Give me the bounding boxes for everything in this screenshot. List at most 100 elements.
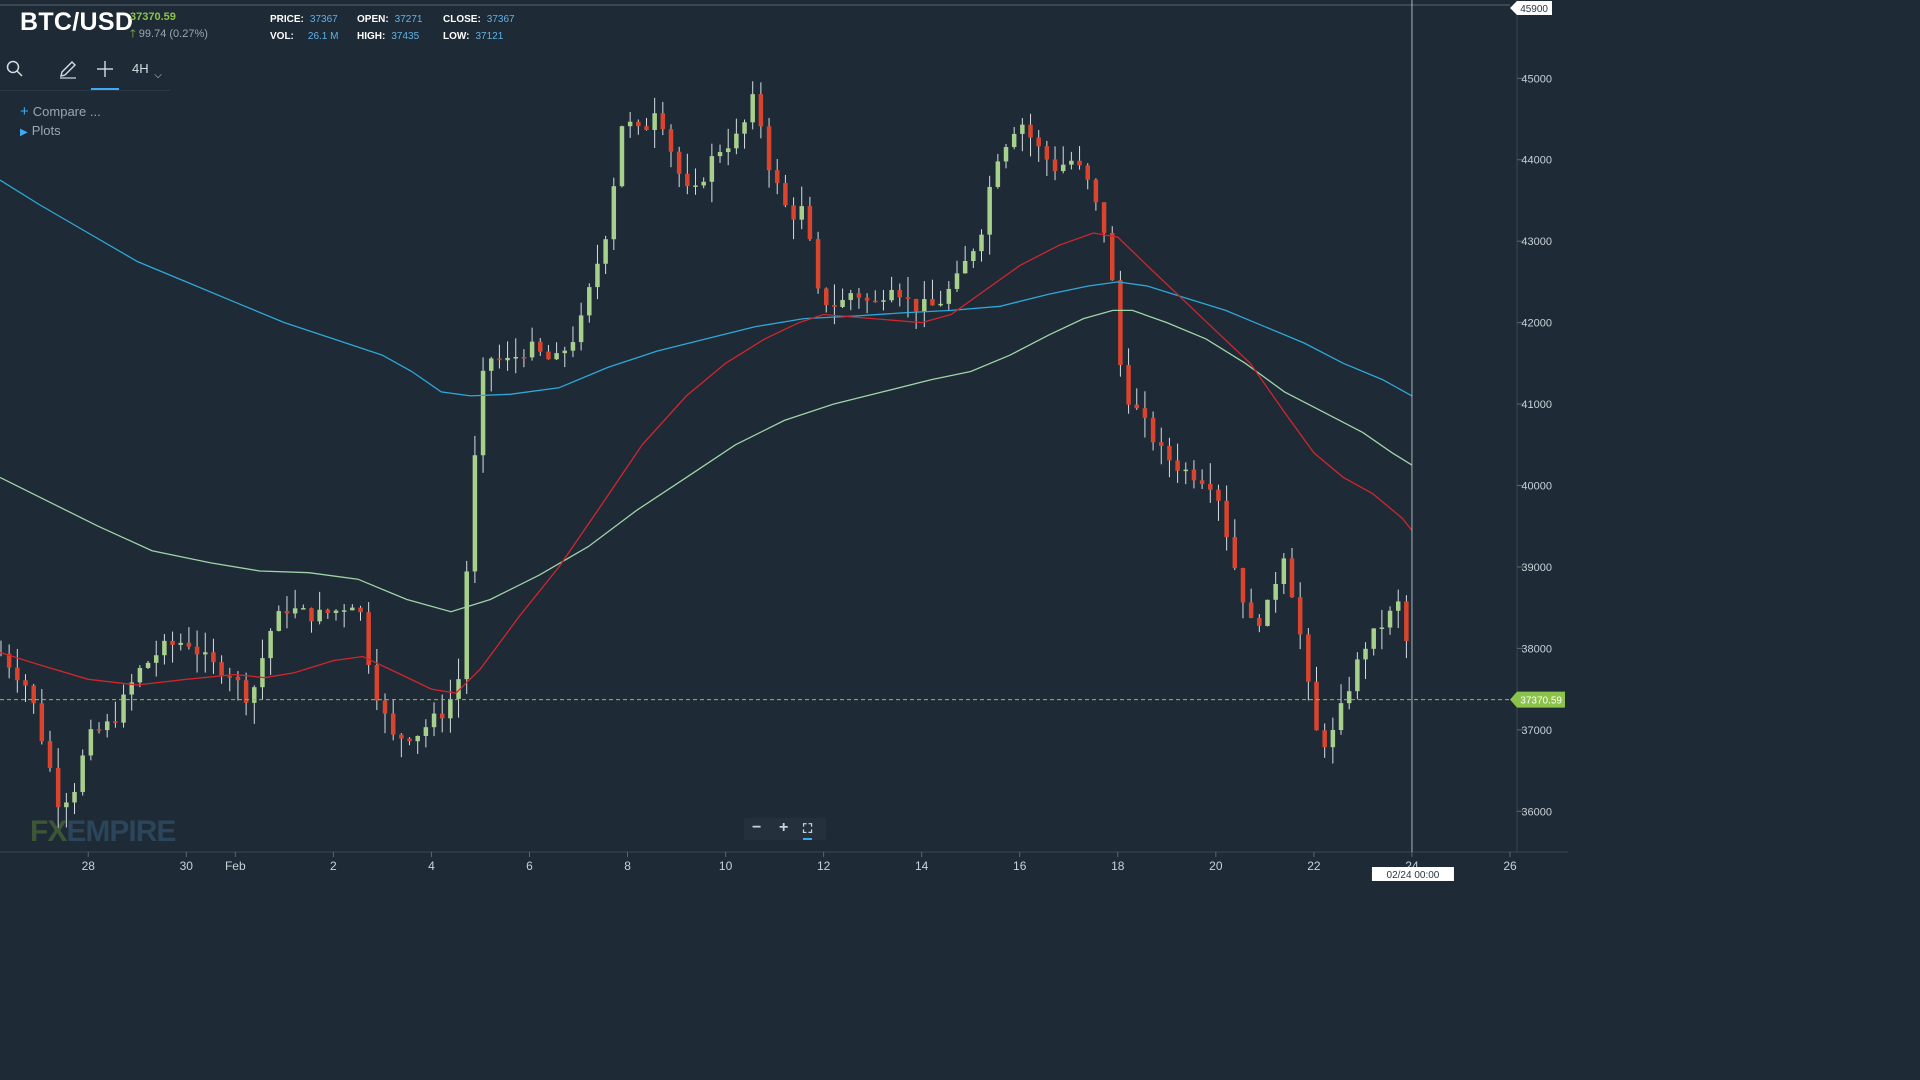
candle-up bbox=[595, 263, 600, 288]
candle-up bbox=[1379, 627, 1385, 629]
candle-down bbox=[913, 298, 919, 312]
candle-up bbox=[1069, 160, 1074, 165]
close-label: CLOSE: bbox=[443, 14, 481, 25]
candle-up bbox=[464, 571, 469, 680]
candle-down bbox=[366, 612, 371, 665]
compare-link[interactable]: + Compare ... bbox=[20, 103, 101, 120]
price-chart[interactable]: 36000 37000 38000 39000 40000 41000 42000 43000… bbox=[0, 0, 1568, 882]
plots-label: Plots bbox=[31, 123, 61, 138]
vol-label: VOL: bbox=[270, 31, 294, 42]
candle-down bbox=[1142, 408, 1148, 418]
high-label: HIGH: bbox=[357, 31, 386, 42]
candle-up bbox=[448, 698, 453, 719]
price-label: PRICE: bbox=[270, 14, 304, 25]
low-label: LOW: bbox=[443, 31, 470, 42]
ohlc-close: CLOSE: 37367 bbox=[443, 14, 515, 25]
candle-down bbox=[873, 300, 878, 303]
vol-value: 26.1 M bbox=[307, 31, 339, 42]
price-value: 37367 bbox=[309, 14, 338, 25]
candle-down bbox=[284, 611, 290, 614]
moving-average-blue bbox=[0, 179, 1413, 397]
x-tick-label: 2 bbox=[330, 859, 337, 873]
candle-up bbox=[1060, 164, 1066, 172]
candle-down bbox=[832, 305, 837, 307]
pencil-icon[interactable] bbox=[58, 59, 78, 79]
candle-up bbox=[137, 667, 143, 683]
candle-up bbox=[848, 293, 854, 300]
candle-up bbox=[938, 303, 943, 306]
candle-up bbox=[1281, 558, 1287, 584]
candle-down bbox=[186, 642, 192, 647]
candle-down bbox=[1028, 124, 1033, 138]
candle-up bbox=[121, 694, 126, 723]
candle-down bbox=[538, 341, 543, 352]
candle-up bbox=[153, 655, 159, 663]
candle-up bbox=[627, 121, 633, 127]
candle-up bbox=[701, 181, 706, 186]
interval-label: 4H bbox=[132, 61, 149, 76]
candle-down bbox=[1322, 730, 1327, 748]
candle-down bbox=[774, 170, 780, 184]
candle-up bbox=[962, 260, 968, 274]
zoom-out-button[interactable]: − bbox=[752, 819, 761, 837]
candle-down bbox=[15, 667, 20, 681]
candle-down bbox=[325, 609, 331, 613]
chevron-down-icon: ⌵ bbox=[154, 70, 162, 81]
candle-down bbox=[636, 121, 641, 127]
candle-down bbox=[1257, 618, 1262, 626]
candle-down bbox=[1093, 179, 1099, 203]
candle-up bbox=[1395, 601, 1401, 611]
candle-up bbox=[104, 721, 110, 731]
candle-up bbox=[350, 607, 355, 611]
candle-up bbox=[1371, 628, 1376, 649]
candle-down bbox=[1314, 681, 1319, 731]
plots-link[interactable]: ▶ Plots bbox=[20, 123, 61, 138]
compare-label: Compare ... bbox=[32, 104, 101, 119]
candle-down bbox=[1101, 202, 1107, 233]
fxempire-logo: FXEMPIRE bbox=[30, 815, 176, 849]
candle-down bbox=[235, 676, 241, 681]
candle-down bbox=[399, 734, 404, 739]
interval-selector[interactable]: 4H ⌵ bbox=[132, 61, 162, 81]
ohlc-price: PRICE: 37367 bbox=[270, 14, 338, 25]
candle-up bbox=[1387, 610, 1393, 628]
candle-down bbox=[1159, 442, 1164, 446]
candle-down bbox=[1208, 483, 1213, 490]
candle-up bbox=[80, 755, 85, 792]
candle-down bbox=[194, 646, 200, 655]
ohlc-low: LOW: 37121 bbox=[443, 31, 503, 42]
chart-toolbar: 4H ⌵ bbox=[0, 52, 170, 91]
candle-up bbox=[1363, 648, 1368, 660]
zoom-controls: − + ⛶ bbox=[744, 818, 826, 840]
candle-down bbox=[219, 662, 224, 677]
candle-down bbox=[897, 289, 903, 298]
candle-up bbox=[971, 251, 976, 261]
candle-down bbox=[856, 293, 862, 298]
close-value: 37367 bbox=[486, 14, 515, 25]
candle-up bbox=[922, 299, 927, 312]
search-icon[interactable] bbox=[6, 60, 24, 78]
candle-down bbox=[685, 173, 690, 187]
candle-down bbox=[1248, 602, 1254, 619]
candle-down bbox=[783, 183, 788, 206]
candle-up bbox=[1273, 583, 1278, 600]
candle-up bbox=[734, 133, 739, 149]
candle-up bbox=[1265, 599, 1270, 626]
candle-down bbox=[1191, 469, 1197, 481]
candle-down bbox=[227, 676, 233, 678]
fullscreen-button[interactable]: ⛶ bbox=[803, 821, 813, 840]
candle-down bbox=[546, 351, 551, 360]
price-change-value: 99.74 (0.27%) bbox=[138, 28, 208, 40]
candle-down bbox=[864, 297, 870, 301]
triangle-right-icon: ▶ bbox=[20, 127, 28, 138]
candle-down bbox=[31, 685, 36, 704]
y-tick-label: 39000 bbox=[1521, 562, 1552, 574]
candle-down bbox=[758, 94, 764, 127]
crosshair-tool[interactable] bbox=[91, 52, 119, 90]
candle-up bbox=[317, 609, 322, 622]
open-label: OPEN: bbox=[357, 14, 389, 25]
candle-down bbox=[660, 113, 666, 130]
candle-down bbox=[791, 205, 796, 220]
zoom-in-button[interactable]: + bbox=[779, 819, 788, 837]
candle-up bbox=[276, 611, 282, 631]
